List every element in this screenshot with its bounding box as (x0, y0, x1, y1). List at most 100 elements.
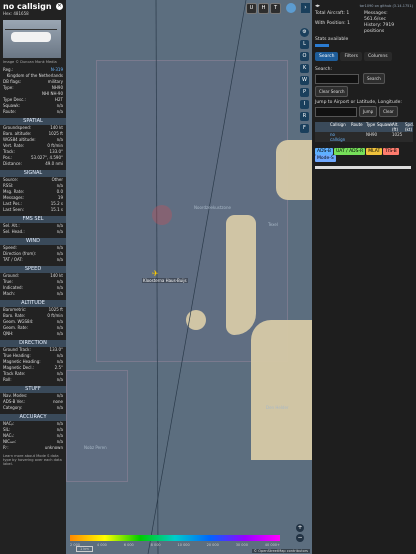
jump-button[interactable]: Jump (359, 106, 378, 117)
table-cell: no callsign (330, 132, 346, 142)
clear-search-button[interactable]: Clear Search (315, 86, 349, 97)
info-label: Route: (3, 109, 16, 114)
altitude-row: QNH: n/a (0, 331, 66, 337)
column-header[interactable]: Route (351, 122, 365, 132)
basic-info-group: DB flags: military Type: NH90 NHI NH-90 Type … (0, 79, 66, 115)
wind-group: Speed: n/a Direction (from): n/a TAT / OAT: n… (0, 245, 66, 263)
section-accuracy: ACCURACY (0, 414, 66, 421)
fms-label: Sel. Head.: (3, 229, 25, 234)
restricted-zone (152, 205, 172, 225)
table-cell (351, 132, 365, 142)
section-direction: DIRECTION (0, 340, 66, 347)
table-scrollbar[interactable] (315, 166, 411, 169)
map-button-f[interactable]: F (300, 124, 309, 133)
map-button-l[interactable]: L (300, 40, 309, 49)
map-button-o[interactable]: O (300, 52, 309, 61)
stuff-value: n/a (56, 405, 63, 410)
map-view[interactable]: Noordzeekustzone Texel Den Helder Nobz P… (66, 0, 312, 554)
label-den-helder: Den Helder (266, 405, 289, 410)
zoom-out-button[interactable]: − (296, 534, 304, 542)
settings-icon[interactable]: ⚙ (300, 28, 309, 37)
signal-value: 15.1 s (50, 207, 63, 212)
legend-tick: 30 000 (235, 543, 248, 547)
map-button-r[interactable]: R (300, 112, 309, 121)
section-fms: FMS SEL (0, 216, 66, 223)
source-tag: ADS-B (315, 148, 333, 155)
altitude-value: n/a (56, 331, 63, 336)
collapse-panel-icon[interactable]: › (301, 3, 310, 13)
table-cell: NH90 (366, 132, 378, 137)
info-label: Type: (3, 85, 14, 90)
signal-group: Source: Other RSSI: n/a Msg. Rate: 0.0 Message… (0, 177, 66, 213)
stuff-group: Nav. Modes: n/a ADS-B Ver.: none Category: n/… (0, 393, 66, 411)
map-button-k[interactable]: K (300, 64, 309, 73)
layers-icon[interactable] (286, 3, 296, 13)
column-header[interactable]: Squawk (377, 122, 393, 132)
panel-tabs: Search Filters Columns (312, 49, 416, 64)
github-link[interactable]: tar1090 on github (3.14.1751) (360, 4, 413, 8)
wind-label: TAT / OAT: (3, 257, 23, 262)
speed-group: Ground: 140 kt True: n/a Indicated: n/a Mach: n… (0, 273, 66, 297)
expand-icon[interactable]: ◂▸ (315, 3, 320, 9)
source-legend: ADS-B UAT / ADS-R MLAT TIS-B Mode-S (312, 145, 416, 165)
map-button-h[interactable]: H (258, 3, 269, 14)
speed-label: Mach: (3, 291, 15, 296)
fms-value: n/a (56, 229, 63, 234)
legend-tick: 6 000 (123, 543, 134, 547)
map-attribution[interactable]: © OpenStreetMap contributors (251, 549, 310, 553)
table-row[interactable]: no callsign NH90 1025 (315, 132, 413, 142)
map-button-w[interactable]: W (300, 76, 309, 85)
map-button-p[interactable]: P (300, 88, 309, 97)
section-wind: WIND (0, 238, 66, 245)
tab-search[interactable]: Search (315, 52, 339, 61)
column-header[interactable] (315, 122, 329, 132)
spatial-row: Distance: 49.0 nmi (0, 161, 66, 167)
aircraft-marker[interactable]: ✈ (152, 270, 160, 278)
spatial-label: Distance: (3, 161, 22, 166)
map-button-i[interactable]: I (300, 100, 309, 109)
search-input[interactable] (315, 73, 359, 84)
jump-label: Jump to Airport or Latitude, Longitude: (315, 100, 402, 105)
column-header[interactable]: Alt. (ft) (392, 122, 404, 132)
aircraft-list-panel: ◂▸ tar1090 on github (3.14.1751) Total A… (312, 0, 416, 554)
stats-link[interactable]: Stats available (312, 37, 416, 42)
section-signal: SIGNAL (0, 170, 66, 177)
total-aircraft-label: Total Aircraft: (315, 11, 345, 16)
hex-code: Hex: 481658 (3, 11, 29, 16)
route-lines (147, 0, 247, 554)
aircraft-map-label: Kloosterna Haus-Buijs (142, 278, 188, 283)
source-tag: Mode-S (315, 155, 336, 162)
helicopter-body (11, 32, 51, 42)
map-button-u[interactable]: U (246, 3, 257, 14)
altitude-legend (70, 535, 280, 541)
search-button[interactable]: Search (363, 73, 385, 84)
signal-label: Last Seen: (3, 207, 24, 212)
legend-tick: 20 000 (206, 543, 219, 547)
learn-more-note: Learn more about Mode S data type by hov… (3, 454, 62, 466)
clear-button[interactable]: Clear (379, 106, 398, 117)
zoom-in-button[interactable]: + (296, 524, 304, 532)
section-speed: SPEED (0, 266, 66, 273)
direction-row: Roll: n/a (0, 377, 66, 383)
legend-tick: 4 000 (96, 543, 107, 547)
close-icon[interactable]: ✕ (56, 3, 63, 10)
with-position-label: With Position: (315, 21, 346, 26)
column-header[interactable]: Type (366, 122, 376, 132)
search-label: Search: (315, 67, 332, 72)
line-track (147, 0, 247, 554)
tab-columns[interactable]: Columns (363, 52, 392, 61)
callsign-heading: no callsign (3, 2, 52, 11)
helicopter-rotor (5, 29, 57, 30)
label-nobz: Nobz Peren (84, 445, 107, 450)
column-header[interactable]: Spd. (kt) (405, 122, 416, 132)
stuff-label: Category: (3, 405, 23, 410)
label-noordzee: Noordzeekustzone (194, 205, 231, 210)
stats-bar (315, 44, 329, 47)
speed-value: n/a (56, 291, 63, 296)
tab-filters[interactable]: Filters (340, 52, 362, 61)
column-header[interactable]: Callsign (330, 122, 350, 132)
total-aircraft-value: 1 (346, 11, 350, 16)
aircraft-photo[interactable] (3, 20, 61, 58)
jump-input[interactable] (315, 106, 357, 117)
map-button-t[interactable]: T (270, 3, 281, 14)
